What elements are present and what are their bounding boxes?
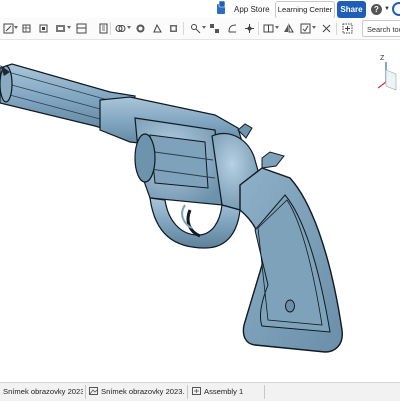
move-face-icon[interactable] <box>321 23 332 34</box>
assembly-icon <box>192 387 201 395</box>
revolver-model[interactable] <box>0 40 400 381</box>
tab-label: Snímek obrazovky 2023... <box>101 387 185 396</box>
fillet-icon[interactable] <box>115 23 126 34</box>
sketch-dropdown-icon[interactable] <box>14 26 18 29</box>
boolean-icon[interactable] <box>227 23 238 34</box>
document-tab-bar: Snímek obrazovky 2023... Snímek obrazovk… <box>0 382 400 401</box>
sketch-icon[interactable] <box>3 23 14 34</box>
axis-z-label: Z <box>380 55 385 62</box>
transform-icon[interactable] <box>263 23 274 34</box>
tab-screenshot-2[interactable]: Snímek obrazovky 2023... <box>89 385 185 399</box>
app-store-icon[interactable] <box>216 1 227 15</box>
share-button[interactable]: Share <box>337 1 366 18</box>
extrude-icon[interactable] <box>21 23 32 34</box>
help-dropdown-icon[interactable]: ▼ <box>384 6 390 12</box>
sweep-icon[interactable] <box>55 23 66 34</box>
mirror-icon[interactable] <box>283 23 294 34</box>
graphics-viewport[interactable]: Z <box>0 40 400 381</box>
split-icon[interactable] <box>244 23 255 34</box>
tab-divider <box>187 385 188 399</box>
help-icon[interactable]: ? <box>371 4 382 15</box>
delete-face-icon[interactable] <box>300 23 311 34</box>
tab-divider <box>85 385 86 399</box>
cylinder <box>134 117 223 206</box>
top-header: App Store Learning Center Share ? ▼ <box>0 0 400 19</box>
view-cube[interactable]: Z <box>372 52 400 98</box>
fillet-dropdown-icon[interactable] <box>127 26 131 29</box>
transform-dropdown-icon[interactable] <box>275 26 279 29</box>
pattern-icon[interactable] <box>209 23 220 34</box>
toolbar-divider <box>183 22 184 35</box>
toolbar-divider <box>258 22 259 35</box>
add-feature-icon[interactable] <box>342 23 353 34</box>
feature-toolbar <box>0 18 400 40</box>
toolbar-divider <box>110 22 111 35</box>
tab-assembly-1[interactable]: Assembly 1 <box>192 385 262 399</box>
shell-icon[interactable] <box>168 23 179 34</box>
app-store-button[interactable]: App Store <box>230 1 274 18</box>
hole-icon[interactable] <box>190 23 201 34</box>
user-avatar[interactable] <box>392 2 400 16</box>
tab-label: Snímek obrazovky 2023... <box>3 387 83 396</box>
learning-center-button[interactable]: Learning Center <box>275 1 335 19</box>
loft-icon[interactable] <box>76 23 87 34</box>
image-icon <box>89 387 98 395</box>
thicken-icon[interactable] <box>98 23 109 34</box>
sweep-dropdown-icon[interactable] <box>67 26 71 29</box>
tab-divider <box>264 385 265 399</box>
search-tools-input[interactable]: Search tools <box>362 20 400 37</box>
hole-dropdown-icon[interactable] <box>202 26 206 29</box>
tab-label: Assembly 1 <box>204 387 244 396</box>
draft-icon[interactable] <box>152 23 163 34</box>
grip <box>239 167 343 353</box>
tab-screenshot-1[interactable]: Snímek obrazovky 2023... <box>3 385 83 399</box>
revolve-icon[interactable] <box>38 23 49 34</box>
delete-face-dropdown-icon[interactable] <box>312 26 316 29</box>
toolbar-divider <box>336 22 337 35</box>
chamfer-icon[interactable] <box>135 23 146 34</box>
